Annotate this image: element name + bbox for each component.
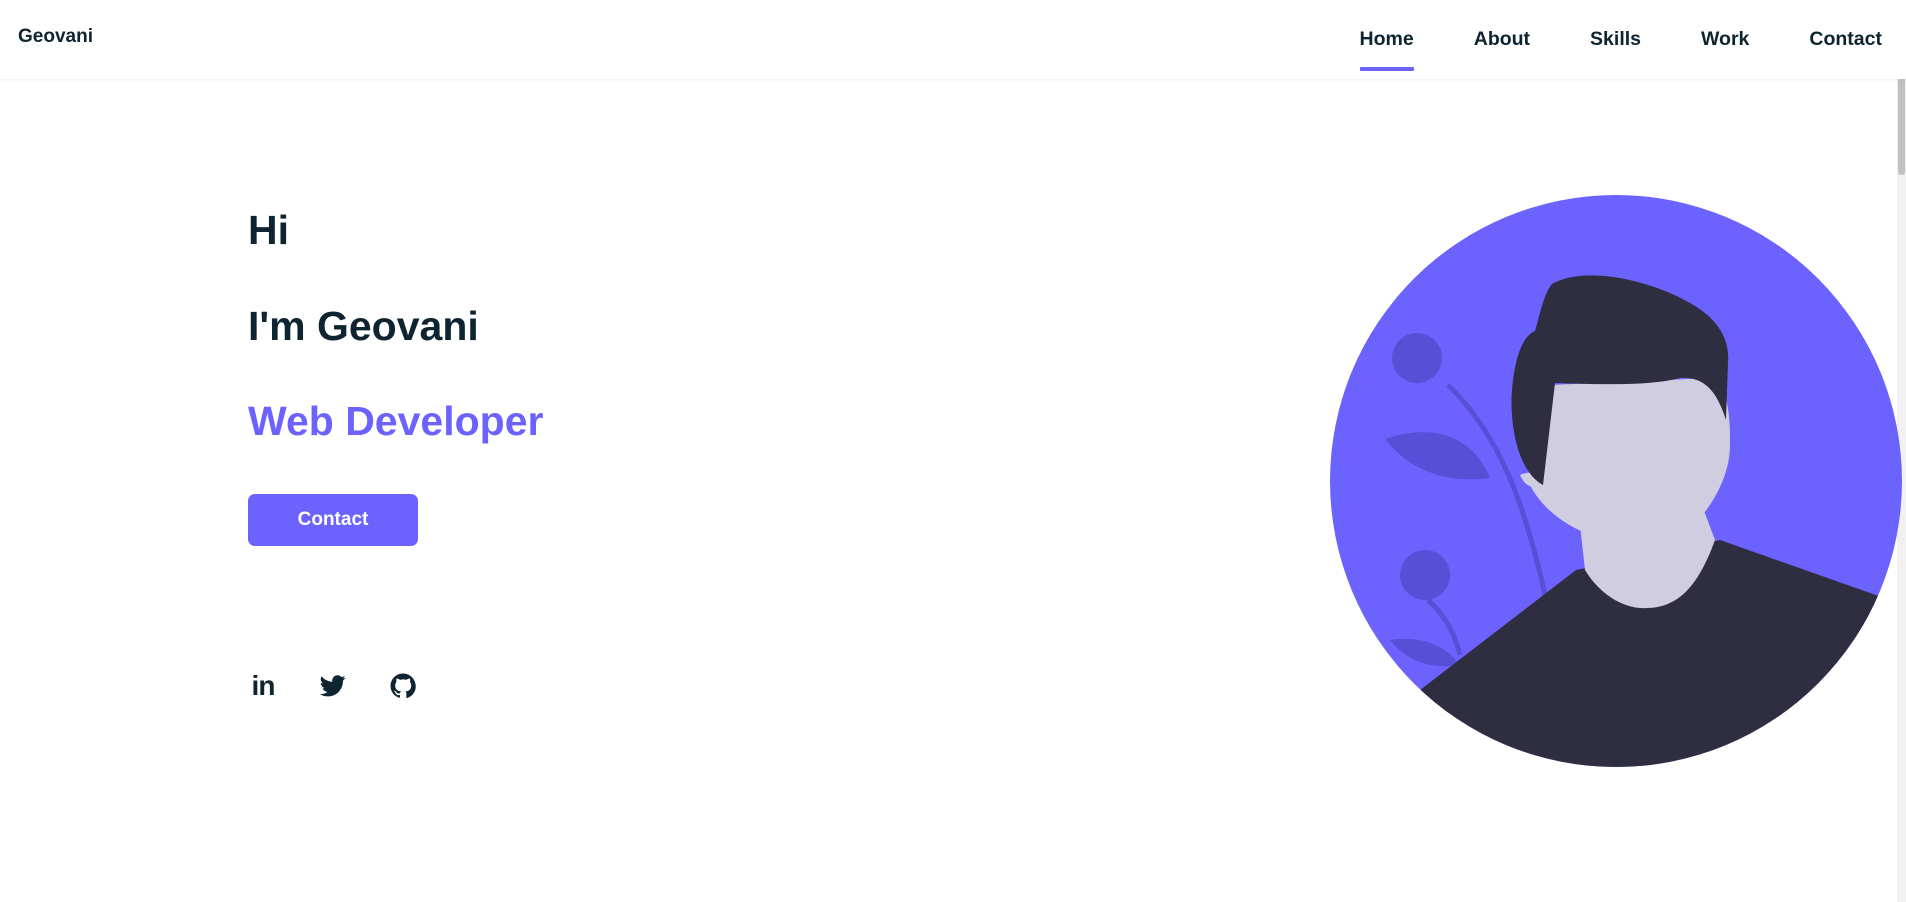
- twitter-link[interactable]: [318, 670, 348, 702]
- contact-button[interactable]: Contact: [248, 494, 418, 546]
- github-link[interactable]: [388, 670, 418, 702]
- avatar-face: [1530, 378, 1730, 540]
- avatar-decor-dot: [1400, 550, 1450, 600]
- social-links: in: [248, 670, 458, 702]
- hero-text: Hi I'm Geovani Web Developer: [248, 200, 543, 451]
- main-nav: Home About Skills Work Contact: [1300, 0, 1882, 79]
- nav-work[interactable]: Work: [1701, 0, 1749, 79]
- site-logo[interactable]: Geovani: [18, 26, 93, 48]
- site-header: Geovani Home About Skills Work Contact: [0, 0, 1906, 79]
- linkedin-link[interactable]: in: [248, 670, 278, 702]
- avatar-illustration: [1330, 195, 1902, 767]
- hero-name: I'm Geovani: [248, 303, 479, 349]
- nav-home[interactable]: Home: [1359, 0, 1414, 79]
- hero-greeting: Hi: [248, 207, 289, 253]
- nav-skills[interactable]: Skills: [1590, 0, 1641, 79]
- hero-role: Web Developer: [248, 398, 544, 444]
- github-icon: [390, 673, 416, 699]
- nav-contact[interactable]: Contact: [1809, 0, 1882, 79]
- nav-about[interactable]: About: [1474, 0, 1530, 79]
- twitter-icon: [320, 675, 346, 697]
- avatar-decor-dot: [1392, 333, 1442, 383]
- linkedin-icon: in: [251, 670, 276, 701]
